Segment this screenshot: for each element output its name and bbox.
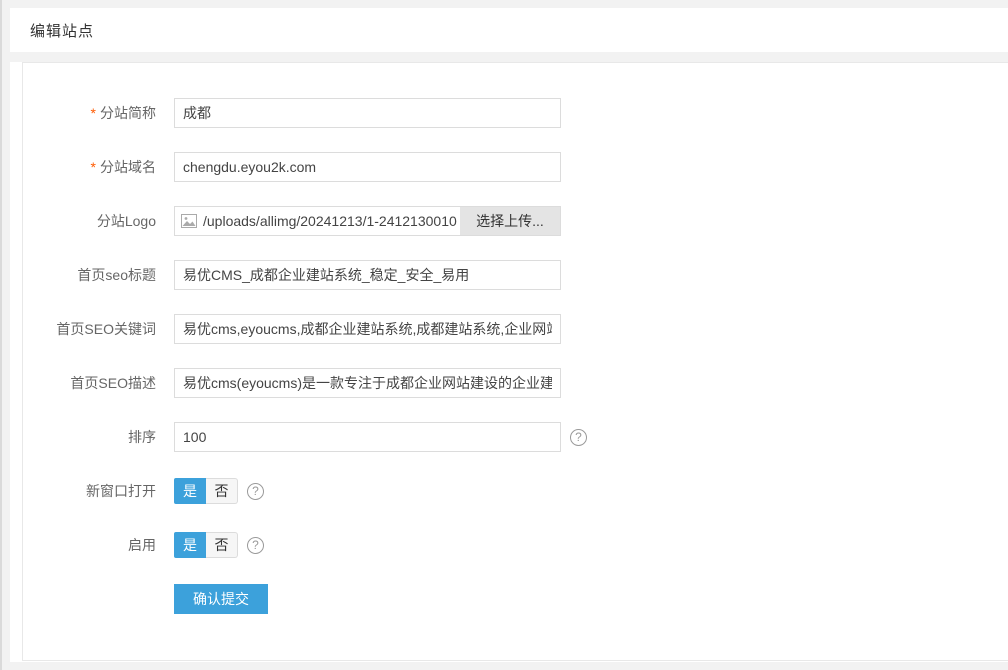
upload-button[interactable]: 选择上传... [460,207,560,235]
site-domain-label: *分站域名 [23,157,156,177]
required-mark: * [91,159,96,175]
open-new-window-no-button[interactable]: 否 [206,478,238,504]
form-row-site-domain: *分站域名 [23,152,1008,182]
seo-keywords-input[interactable] [174,314,561,344]
page-title: 编辑站点 [30,20,94,41]
header-bar: 编辑站点 [10,8,1008,52]
form-row-site-name: *分站简称 [23,98,1008,128]
site-domain-input[interactable] [174,152,561,182]
help-icon[interactable]: ? [247,483,264,500]
open-new-window-label: 新窗口打开 [23,481,156,501]
enabled-label: 启用 [23,535,156,555]
help-icon[interactable]: ? [570,429,587,446]
required-mark: * [91,105,96,121]
seo-title-label: 首页seo标题 [23,265,156,285]
form-row-seo-description: 首页SEO描述 [23,368,1008,398]
seo-title-input[interactable] [174,260,561,290]
form-row-seo-title: 首页seo标题 [23,260,1008,290]
site-name-label: *分站简称 [23,103,156,123]
image-icon [181,214,197,228]
seo-description-label: 首页SEO描述 [23,373,156,393]
page-left-edge [0,0,10,670]
site-name-input[interactable] [174,98,561,128]
edit-site-form-panel: *分站简称 *分站域名 分站Logo [22,62,1008,661]
sort-order-input[interactable] [174,422,561,452]
enabled-yes-button[interactable]: 是 [174,532,206,558]
form-row-enabled: 启用 是 否 ? [23,530,1008,560]
site-logo-path-text: /uploads/allimg/20241213/1-2412130010 [203,213,457,229]
seo-description-input[interactable] [174,368,561,398]
header-panel-divider [10,52,1008,62]
site-logo-control: /uploads/allimg/20241213/1-2412130010 选择… [174,206,561,236]
form-row-open-new-window: 新窗口打开 是 否 ? [23,476,1008,506]
page-top-gap [10,0,1008,8]
submit-button[interactable]: 确认提交 [174,584,268,614]
site-logo-path-field[interactable]: /uploads/allimg/20241213/1-2412130010 [175,207,460,235]
form-row-sort-order: 排序 ? [23,422,1008,452]
sort-order-label: 排序 [23,427,156,447]
open-new-window-yes-button[interactable]: 是 [174,478,206,504]
enabled-toggle: 是 否 [174,532,238,558]
site-logo-label: 分站Logo [23,211,156,231]
help-icon[interactable]: ? [247,537,264,554]
form-row-submit: 确认提交 [23,584,1008,614]
form-row-site-logo: 分站Logo /uploads/allimg/20241213/1-241213… [23,206,1008,236]
enabled-no-button[interactable]: 否 [206,532,238,558]
open-new-window-toggle: 是 否 [174,478,238,504]
page-bottom-gap [10,662,1008,670]
form-row-seo-keywords: 首页SEO关键词 [23,314,1008,344]
seo-keywords-label: 首页SEO关键词 [23,319,156,339]
